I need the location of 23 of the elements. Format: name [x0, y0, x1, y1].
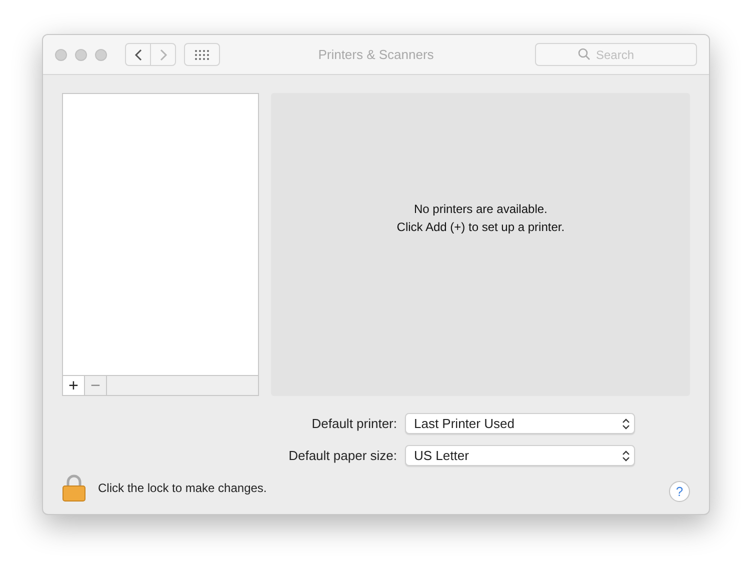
popup-button[interactable]: Last Printer Used — [405, 413, 635, 434]
lock-icon[interactable] — [62, 474, 86, 502]
setting-label: Default paper size: — [288, 446, 398, 465]
zoom-button[interactable] — [95, 48, 107, 60]
empty-message: No printers are available. — [414, 200, 548, 218]
grid-icon — [195, 50, 209, 60]
lock-message: Click the lock to make changes. — [98, 480, 267, 496]
minimize-button[interactable] — [75, 48, 87, 60]
grid-button[interactable] — [184, 43, 220, 66]
popup-button[interactable]: US Letter — [405, 445, 635, 466]
stepper-icon — [622, 450, 630, 462]
back-button[interactable] — [125, 43, 151, 66]
chevron-left-icon — [134, 48, 142, 60]
search-field[interactable]: Search — [535, 43, 697, 66]
add-button[interactable]: + — [63, 376, 85, 395]
setting-label: Default printer: — [310, 414, 398, 433]
stepper-icon — [622, 418, 630, 430]
close-button[interactable] — [55, 48, 67, 60]
window-title: Printers & Scanners — [318, 46, 434, 64]
chevron-right-icon — [158, 48, 168, 60]
help-button[interactable]: ? — [669, 481, 690, 502]
search-icon — [578, 48, 590, 60]
empty-message: Click Add (+) to set up a printer. — [396, 218, 565, 236]
